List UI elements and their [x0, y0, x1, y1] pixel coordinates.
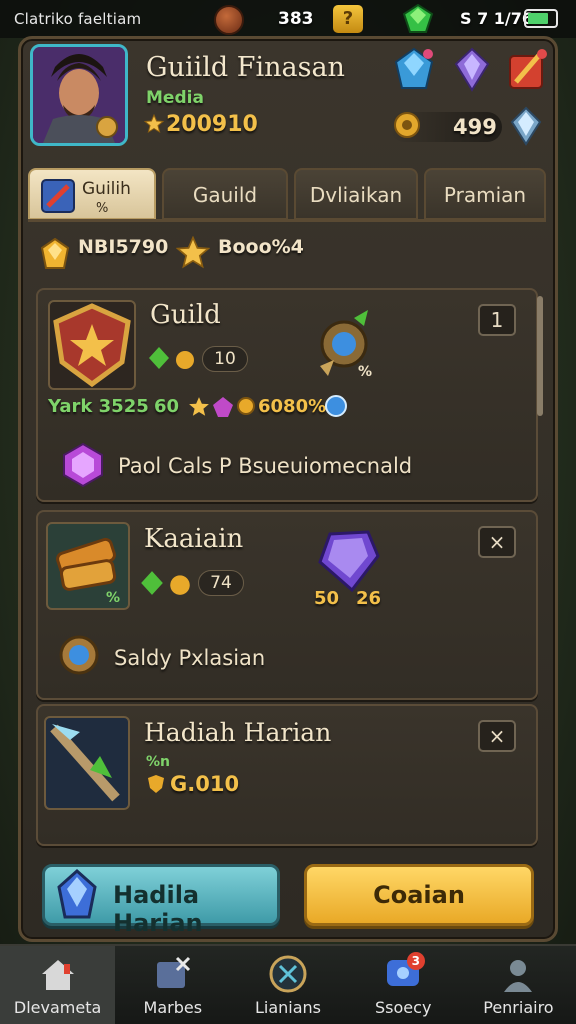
blue-orb-icon: [325, 395, 347, 417]
tab-pramian[interactable]: Pramian: [424, 168, 546, 220]
amethyst-icon: [318, 530, 380, 593]
nav-item-society[interactable]: 3 Ssoecy: [346, 946, 461, 1024]
card-green-text: Yark 3525: [48, 396, 149, 417]
card-level-pill: 10: [202, 346, 248, 372]
card-title: Hadiah Harian: [144, 718, 332, 747]
status-right-value: S 7 1/76: [460, 9, 534, 28]
card-action-button[interactable]: 1: [478, 304, 516, 336]
nav-item-map[interactable]: Marbes: [115, 946, 230, 1024]
card-title: Kaaiain: [144, 524, 244, 554]
pink-gem-icon: [213, 397, 233, 417]
profile-icon: [504, 960, 533, 992]
gold-gem-icon: [40, 238, 70, 269]
warrior-portrait-icon: [33, 47, 125, 143]
card-reward-value: G.010: [170, 772, 240, 796]
thumb-mark: %: [106, 590, 121, 606]
stat-right: Booo%4: [218, 236, 304, 258]
tab-guilih[interactable]: Guilih %: [28, 168, 156, 220]
gold-gear-icon: [394, 112, 420, 138]
tab-sword-icon: [41, 179, 75, 213]
leaf-icon: [149, 347, 169, 369]
guild-avatar[interactable]: [30, 44, 128, 146]
close-button[interactable]: ×: [478, 526, 516, 558]
card-value-b: 26: [356, 588, 382, 609]
card-green-number: 60: [154, 396, 180, 417]
tab-sublabel: %: [96, 201, 109, 216]
tab-gauild[interactable]: Gauild: [162, 168, 288, 220]
gold-shield-icon: [148, 775, 164, 793]
card-thumb: [48, 300, 136, 390]
guild-score: 200910: [166, 112, 258, 137]
purple-gem-icon[interactable]: [450, 46, 494, 92]
gear-orb-icon: [59, 635, 99, 675]
status-center-value: 383: [278, 9, 314, 29]
resource-value: 499: [453, 115, 497, 139]
stat-left: NBI5790: [78, 236, 169, 258]
nav-item-alliances[interactable]: Lianians: [230, 946, 345, 1024]
guild-name: Guiild Finasan: [146, 52, 345, 83]
green-gem-icon: [402, 4, 434, 33]
scrollbar[interactable]: [537, 296, 543, 416]
card-description: Saldy Pxlasian: [114, 646, 266, 670]
confirm-button[interactable]: Coaian: [304, 864, 534, 926]
spear-icon: [50, 724, 120, 802]
sword-shield-icon[interactable]: [506, 46, 550, 92]
card-title: Guild: [150, 300, 221, 330]
card-thumb: [44, 716, 130, 810]
blue-gem-icon[interactable]: [392, 46, 436, 92]
flame-icon: [170, 575, 190, 595]
gold-coin-icon: [237, 397, 255, 415]
map-icon: [156, 956, 190, 988]
nav-label: Dlevameta: [13, 998, 102, 1017]
card-gold-text: 6080%: [258, 396, 327, 417]
tab-dvliaikan[interactable]: Dvliaikan: [294, 168, 418, 220]
flame-icon: [176, 351, 194, 369]
swords-icon: [269, 955, 307, 993]
star-icon: [144, 114, 164, 134]
blue-crystal-icon: [57, 869, 97, 919]
crystal-icon: [510, 106, 542, 146]
nav-item-profile[interactable]: Penriairo: [461, 946, 576, 1024]
nav-label: Penriairo: [483, 998, 554, 1017]
card-description: Paol Cals P Bsueuiomecnald: [118, 454, 413, 478]
card-sublabel: %n: [146, 754, 170, 770]
nav-label: Marbes: [143, 998, 203, 1017]
card-level-pill: 74: [198, 570, 244, 596]
guild-subtitle: Media: [146, 88, 204, 108]
notification-badge: 3: [406, 952, 425, 970]
bottom-nav: Dlevameta Marbes Lianians 3 Ssoecy Penri…: [0, 944, 576, 1024]
card-value-a: 50: [314, 588, 340, 609]
leaf-icon: [141, 571, 163, 595]
help-button[interactable]: ?: [333, 5, 363, 33]
amulet-mark: %: [358, 364, 373, 380]
daily-reward-label: Hadila Harian: [113, 881, 203, 937]
coin-icon: [214, 5, 244, 35]
tab-divider: [28, 219, 546, 222]
gold-star-icon: [176, 236, 210, 269]
status-bar-title: Clatriko faeltiam: [14, 10, 142, 28]
nav-item-home[interactable]: Dlevameta: [0, 946, 116, 1024]
daily-reward-button[interactable]: Hadila Harian: [42, 864, 280, 937]
home-icon: [41, 960, 74, 990]
nav-label: Ssoecy: [375, 998, 432, 1017]
battery-icon: [524, 9, 558, 28]
nav-label: Lianians: [254, 998, 322, 1017]
purple-hex-gem-icon: [63, 442, 103, 488]
guild-emblem-icon: [53, 303, 131, 388]
small-star-icon: [189, 397, 209, 416]
close-button[interactable]: ×: [478, 720, 516, 752]
